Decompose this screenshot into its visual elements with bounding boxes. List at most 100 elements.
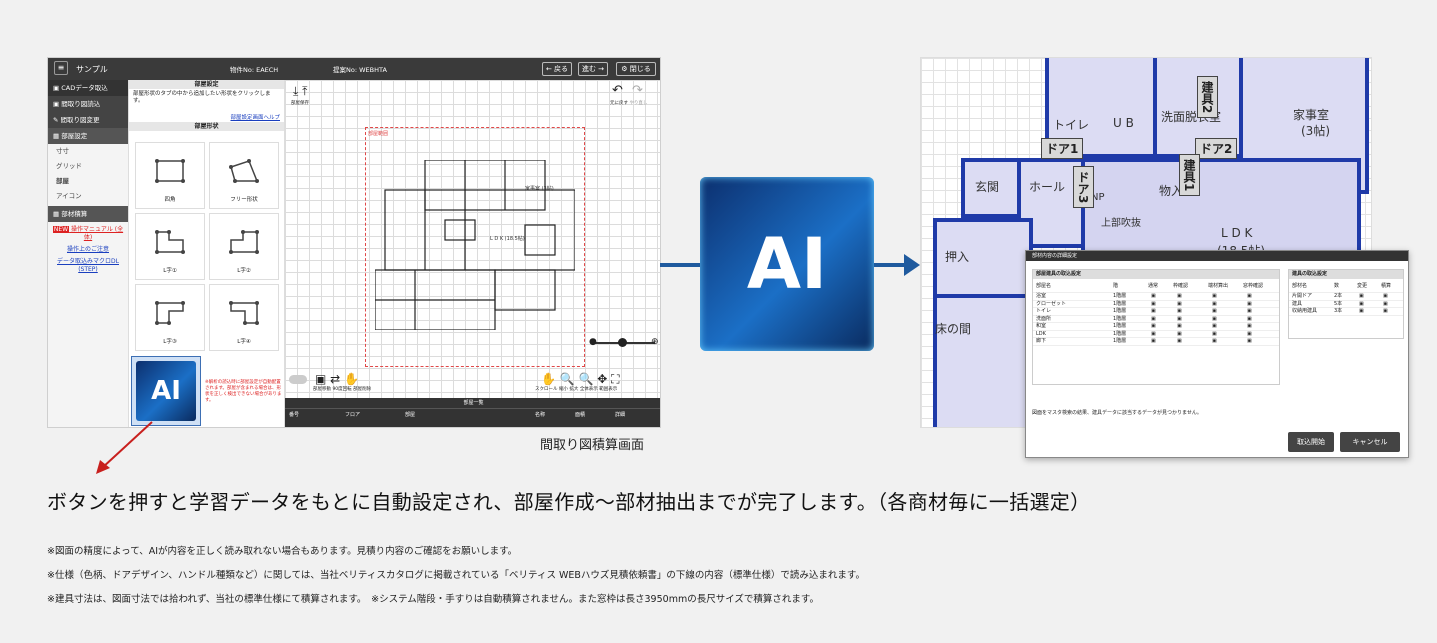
checkbox[interactable]: ▣: [1177, 316, 1182, 324]
sidebar-item-grid[interactable]: グリッド: [48, 159, 128, 174]
ai-button-frame[interactable]: AI: [131, 356, 201, 426]
sidebar-item-material[interactable]: ▦ 部材積算: [48, 206, 128, 222]
checkbox[interactable]: ▣: [1177, 293, 1182, 301]
free-shape-icon: [229, 159, 259, 183]
zoom-slider-handle[interactable]: [618, 338, 627, 347]
door-1-label[interactable]: ドア1: [1041, 138, 1084, 159]
room-list-header-row: 番号 フロア 部屋 名称 面積 詳細: [285, 409, 660, 421]
ldk-label: L D K (18.5帖): [490, 235, 525, 242]
sidebar-item-icon[interactable]: アイコン: [48, 189, 128, 204]
checkbox[interactable]: ▣: [1359, 301, 1364, 309]
checkbox[interactable]: ▣: [1212, 338, 1217, 346]
import-start-button[interactable]: 取込開始: [1288, 432, 1334, 452]
next-button[interactable]: 進む →: [578, 62, 608, 76]
menu-icon[interactable]: ≡: [54, 61, 68, 75]
zoom-minus-icon[interactable]: ●: [589, 337, 597, 347]
macro-download-link[interactable]: データ取込みマクロDL (STEP): [48, 258, 128, 274]
import-settings-dialog: 部材内容の詳細設定 部屋建具の取込設定 部屋名 階 通常 枠確認 端材算出 窓枠…: [1025, 250, 1409, 458]
checkbox[interactable]: ▣: [1151, 316, 1156, 324]
fitting-1-label[interactable]: 建具1: [1179, 154, 1200, 197]
checkbox[interactable]: ▣: [1151, 323, 1156, 331]
col-name: 名称: [535, 412, 546, 418]
checkbox[interactable]: ▣: [1151, 301, 1156, 309]
help-link[interactable]: 部屋設定画面ヘルプ: [129, 113, 284, 122]
label-ub: U B: [1113, 116, 1134, 130]
l-shape-icon: [155, 301, 185, 325]
checkbox[interactable]: ▣: [1212, 301, 1217, 309]
headline: ボタンを押すと学習データをもとに自動設定され、部屋作成〜部材抽出までが完了します…: [47, 490, 1091, 514]
close-button[interactable]: ⚙ 閉じる: [616, 62, 656, 76]
shape-l2[interactable]: L字②: [209, 213, 279, 280]
room-list-heading: 部屋一覧: [285, 398, 660, 409]
checkbox[interactable]: ▣: [1359, 293, 1364, 301]
checkbox[interactable]: ▣: [1212, 293, 1217, 301]
label-ldk: L D K: [1221, 226, 1253, 240]
label-tokonoma: 床の間: [935, 322, 972, 336]
floorplan-drawing: 家事室 (3帖) L D K (18.5帖): [375, 160, 575, 330]
zoom-plus-icon[interactable]: ⊕: [651, 337, 659, 347]
save-icon[interactable]: ⤓ ⤒: [293, 84, 307, 99]
checkbox[interactable]: ▣: [1177, 323, 1182, 331]
kaji-label: 家事室 (3帖): [525, 185, 554, 192]
checkbox[interactable]: ▣: [1247, 323, 1252, 331]
checkbox[interactable]: ▣: [1177, 338, 1182, 346]
new-badge: NEW: [52, 226, 70, 233]
checkbox[interactable]: ▣: [1151, 331, 1156, 339]
checkbox[interactable]: ▣: [1247, 316, 1252, 324]
arrow-left-connector: [660, 263, 700, 267]
shape-free[interactable]: フリー形状: [209, 142, 279, 209]
col-floor: フロア: [345, 412, 361, 418]
ai-center-badge: AI: [700, 177, 874, 351]
sidebar-item-cad[interactable]: ▣ CADデータ取込: [48, 80, 128, 96]
door-2-label[interactable]: ドア2: [1195, 138, 1238, 159]
table-row: 浴室 1階層 ▣ ▣ ▣ ▣: [1033, 293, 1279, 301]
checkbox[interactable]: ▣: [1212, 323, 1217, 331]
checkbox[interactable]: ▣: [1151, 338, 1156, 346]
fitting-table: 建具の取込設定 部材名 数 変更 積算 片開ドア 2本 ▣ ▣ 建具 5本 ▣ ▣ 収納用建具 3…: [1288, 269, 1404, 339]
label-fukinuke: 上部吹抜: [1101, 218, 1141, 229]
checkbox[interactable]: ▣: [1212, 316, 1217, 324]
plan-canvas[interactable]: ⤓ ⤒ 部屋保存 ↶ ↷ 元に戻す やり直し 部屋範囲 家事室 (3帖) L D…: [285, 80, 660, 427]
zoom-tools-icons[interactable]: ✋ 🔍 🔍 ✥ ⛶: [541, 372, 620, 387]
table-row: 建具 5本 ▣ ▣: [1289, 301, 1403, 309]
shape-l4[interactable]: L字④: [209, 284, 279, 351]
room-fitting-table: 部屋建具の取込設定 部屋名 階 通常 枠確認 端材算出 窓枠確認 浴室 1階層 ▣ ▣…: [1032, 269, 1280, 385]
shape-square[interactable]: 四角: [135, 142, 205, 209]
redo-icon[interactable]: ↷: [632, 83, 643, 98]
checkbox[interactable]: ▣: [1247, 293, 1252, 301]
back-button[interactable]: ← 戻る: [542, 62, 572, 76]
fitting-heading: 建具の取込設定: [1289, 270, 1403, 279]
checkbox[interactable]: ▣: [1151, 293, 1156, 301]
shape-l1[interactable]: L字①: [135, 213, 205, 280]
checkbox[interactable]: ▣: [1247, 308, 1252, 316]
edit-tools-icons[interactable]: ▣ ⇄ ✋: [315, 372, 359, 386]
door-3-label[interactable]: ドア3: [1073, 166, 1094, 209]
checkbox[interactable]: ▣: [1383, 293, 1388, 301]
checkbox[interactable]: ▣: [1383, 308, 1388, 316]
manual-link[interactable]: NEW 操作マニュアル (全体): [48, 226, 128, 242]
shape-l3[interactable]: L字③: [135, 284, 205, 351]
ai-button[interactable]: AI: [136, 361, 196, 421]
notes-link[interactable]: 操作上のご注意: [48, 246, 128, 254]
col-number: 番号: [289, 412, 300, 418]
checkbox[interactable]: ▣: [1247, 301, 1252, 309]
toggle-switch[interactable]: [289, 375, 307, 384]
sidebar-item-plan-change[interactable]: ✎ 間取り図変更: [48, 112, 128, 128]
checkbox[interactable]: ▣: [1247, 331, 1252, 339]
fitting-2-label[interactable]: 建具2: [1197, 76, 1218, 119]
checkbox[interactable]: ▣: [1359, 308, 1364, 316]
checkbox[interactable]: ▣: [1177, 308, 1182, 316]
undo-icon[interactable]: ↶: [612, 83, 623, 98]
sidebar-item-plan-read[interactable]: ▣ 間取り図読込: [48, 96, 128, 112]
checkbox[interactable]: ▣: [1383, 301, 1388, 309]
checkbox[interactable]: ▣: [1177, 301, 1182, 309]
checkbox[interactable]: ▣: [1212, 308, 1217, 316]
fitting-rows: 片開ドア 2本 ▣ ▣ 建具 5本 ▣ ▣ 収納用建具 3本 ▣ ▣: [1289, 293, 1403, 316]
checkbox[interactable]: ▣: [1247, 338, 1252, 346]
checkbox[interactable]: ▣: [1212, 331, 1217, 339]
checkbox[interactable]: ▣: [1177, 331, 1182, 339]
sidebar-item-dims[interactable]: 寸寸: [48, 144, 128, 159]
checkbox[interactable]: ▣: [1151, 308, 1156, 316]
cancel-button[interactable]: キャンセル: [1340, 432, 1400, 452]
l-shape-icon: [155, 230, 185, 254]
